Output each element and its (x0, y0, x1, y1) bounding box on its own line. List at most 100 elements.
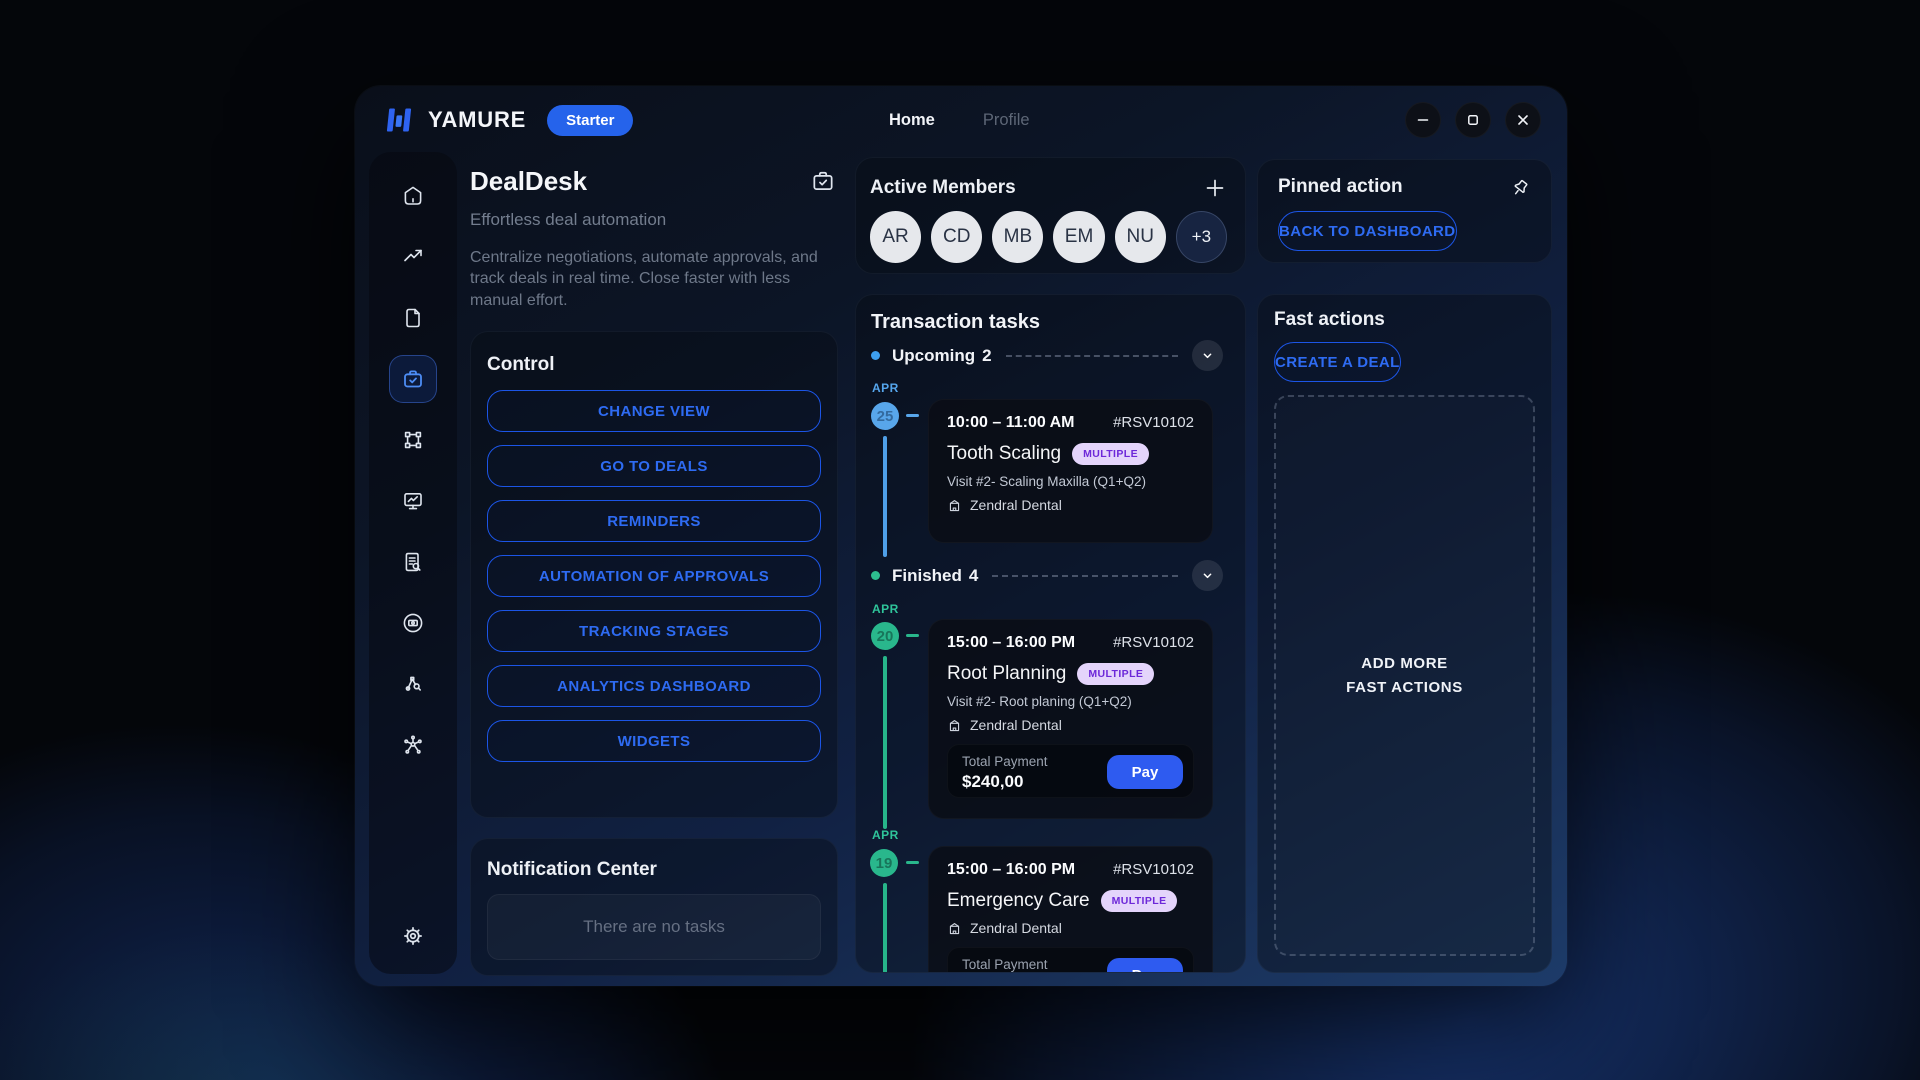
finished-dot (871, 571, 880, 580)
maximize-icon (1466, 113, 1480, 127)
avatar[interactable]: AR (870, 211, 921, 263)
payment-box: Total Payment $240,00 Pay (947, 947, 1194, 973)
create-a-deal-button[interactable]: CREATE A DEAL (1274, 342, 1401, 382)
payment-box: Total Payment $240,00 Pay (947, 744, 1194, 798)
avatar[interactable]: CD (931, 211, 982, 263)
nav-tabs: Home Profile (889, 86, 1030, 154)
sidebar-item-documents[interactable] (389, 294, 437, 342)
automation-of-approvals-button[interactable]: AUTOMATION OF APPROVALS (487, 555, 821, 597)
briefcase-check-icon (401, 367, 425, 391)
add-fast-actions-dropzone[interactable]: ADD MORE FAST ACTIONS (1274, 395, 1535, 956)
task-org: Zendral Dental (970, 497, 1062, 513)
chevron-down-icon (1200, 568, 1215, 583)
page-description: Centralize negotiations, automate approv… (470, 247, 838, 311)
notification-center-title: Notification Center (487, 859, 821, 881)
pay-button[interactable]: Pay (1107, 958, 1183, 973)
avatar-overflow[interactable]: +3 (1176, 211, 1227, 263)
task-org: Zendral Dental (970, 920, 1062, 936)
sidebar-item-deals[interactable] (389, 355, 437, 403)
task-visit: Visit #2- Scaling Maxilla (Q1+Q2) (947, 474, 1194, 489)
page-title: DealDesk (470, 166, 838, 197)
monitor-chart-icon (401, 489, 425, 513)
minimize-icon (1416, 113, 1430, 127)
chevron-down-icon (1200, 348, 1215, 363)
sidebar-item-frames[interactable] (389, 416, 437, 464)
dealdesk-header: DealDesk Effortless deal automation Cent… (470, 166, 838, 311)
building-icon (947, 921, 962, 936)
fast-actions-panel: Fast actions CREATE A DEAL ADD MORE FAST… (1257, 294, 1552, 973)
timeline-tick (906, 634, 919, 637)
cash-circle-icon (401, 611, 425, 635)
add-fast-actions-text: ADD MORE (1361, 652, 1447, 676)
notification-center-panel: Notification Center There are no tasks (470, 838, 838, 976)
timeline-line (883, 656, 887, 829)
sidebar-item-network[interactable] (389, 721, 437, 769)
avatar[interactable]: NU (1115, 211, 1166, 263)
upcoming-dot (871, 351, 880, 360)
sidebar-item-payments[interactable] (389, 599, 437, 647)
collapse-finished-button[interactable] (1192, 560, 1223, 591)
multiple-badge: MULTIPLE (1101, 890, 1178, 912)
task-id: #RSV10102 (1113, 634, 1194, 651)
avatar[interactable]: EM (1053, 211, 1104, 263)
dashed-divider (1006, 355, 1178, 357)
back-to-dashboard-button[interactable]: BACK TO DASHBOARD (1278, 211, 1457, 251)
active-members-panel: Active Members AR CD MB EM NU +3 (855, 157, 1246, 274)
brand: YAMURE Starter (355, 105, 633, 136)
sidebar-item-analytics[interactable] (389, 233, 437, 281)
building-icon (947, 498, 962, 513)
finished-label: Finished (892, 566, 962, 586)
multiple-badge: MULTIPLE (1072, 443, 1149, 465)
upcoming-label: Upcoming (892, 346, 975, 366)
analytics-dashboard-button[interactable]: ANALYTICS DASHBOARD (487, 665, 821, 707)
report-search-icon (401, 550, 425, 574)
avatar[interactable]: MB (992, 211, 1043, 263)
control-title: Control (487, 354, 821, 376)
task-card-root-planning[interactable]: 15:00 – 16:00 PM #RSV10102 Root Planning… (928, 619, 1213, 819)
task-name: Tooth Scaling (947, 443, 1061, 465)
tab-home[interactable]: Home (889, 111, 935, 130)
task-card-emergency-care[interactable]: 15:00 – 16:00 PM #RSV10102 Emergency Car… (928, 846, 1213, 973)
brand-name: YAMURE (428, 107, 526, 133)
timeline-tick (906, 861, 919, 864)
document-icon (401, 306, 425, 330)
upcoming-count: 2 (982, 346, 991, 366)
task-org: Zendral Dental (970, 717, 1062, 733)
collapse-upcoming-button[interactable] (1192, 340, 1223, 371)
sidebar-item-reports[interactable] (389, 538, 437, 586)
tab-profile[interactable]: Profile (983, 111, 1030, 130)
plus-icon[interactable] (1203, 176, 1227, 200)
pay-button[interactable]: Pay (1107, 755, 1183, 789)
sidebar-item-settings[interactable] (389, 912, 437, 960)
close-button[interactable] (1505, 102, 1541, 138)
pin-icon[interactable] (1506, 172, 1535, 201)
fast-actions-title: Fast actions (1274, 309, 1535, 331)
window-controls (1405, 102, 1541, 138)
tracking-stages-button[interactable]: TRACKING STAGES (487, 610, 821, 652)
finished-count: 4 (969, 566, 978, 586)
minimize-button[interactable] (1405, 102, 1441, 138)
maximize-button[interactable] (1455, 102, 1491, 138)
network-star-icon (401, 733, 425, 757)
sidebar-item-home[interactable] (389, 172, 437, 220)
sidebar-item-design[interactable] (389, 660, 437, 708)
go-to-deals-button[interactable]: GO TO DEALS (487, 445, 821, 487)
page-subtitle: Effortless deal automation (470, 210, 838, 230)
sidebar-item-presentations[interactable] (389, 477, 437, 525)
pinned-action-title: Pinned action (1278, 176, 1403, 198)
sidebar (369, 152, 457, 974)
home-icon (401, 184, 425, 208)
yamure-logo-icon (385, 105, 415, 135)
change-view-button[interactable]: CHANGE VIEW (487, 390, 821, 432)
pinned-action-panel: Pinned action BACK TO DASHBOARD (1257, 159, 1552, 263)
add-fast-actions-text: FAST ACTIONS (1346, 676, 1463, 700)
active-members-title: Active Members (870, 177, 1016, 199)
transaction-tasks-panel: Transaction tasks Upcoming 2 APR 25 10:0… (855, 294, 1246, 973)
control-buttons: CHANGE VIEW GO TO DEALS REMINDERS AUTOMA… (487, 390, 821, 762)
task-time: 15:00 – 16:00 PM (947, 861, 1075, 879)
building-icon (947, 718, 962, 733)
task-card-tooth-scaling[interactable]: 10:00 – 11:00 AM #RSV10102 Tooth Scaling… (928, 399, 1213, 543)
widgets-button[interactable]: WIDGETS (487, 720, 821, 762)
timeline-day: 19 (870, 849, 898, 877)
reminders-button[interactable]: REMINDERS (487, 500, 821, 542)
